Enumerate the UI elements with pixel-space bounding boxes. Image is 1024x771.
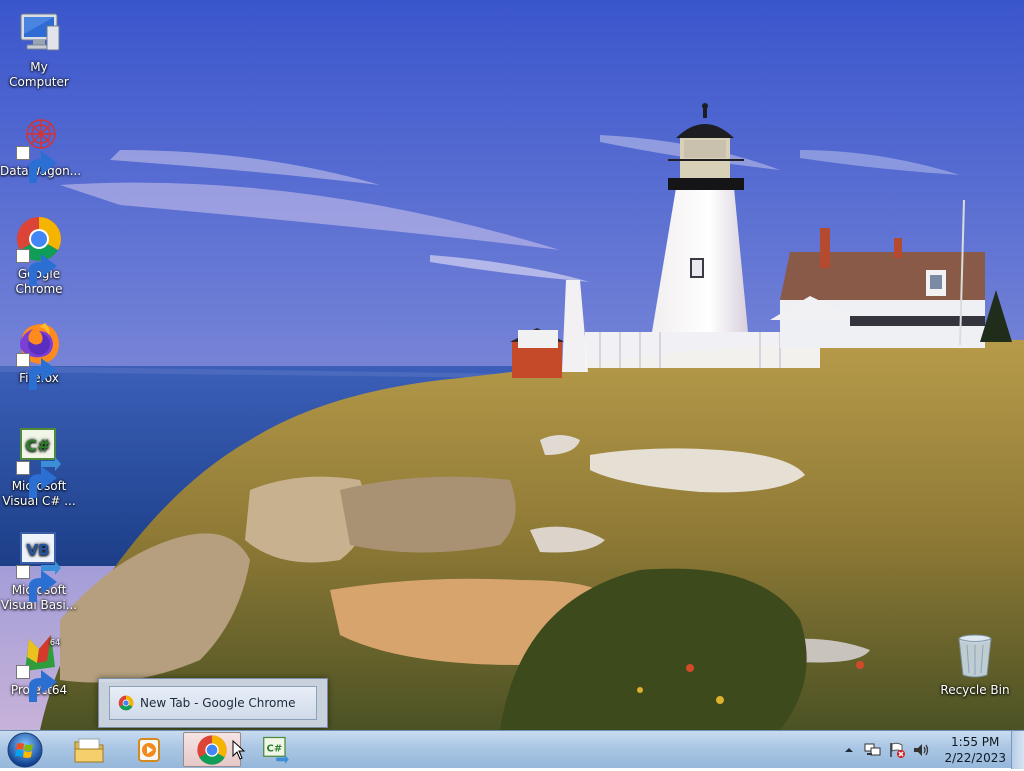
recycle-bin-icon (958, 634, 992, 678)
my-computer-icon (20, 13, 60, 51)
visual-csharp-icon: C# (263, 736, 289, 764)
show-desktop-button[interactable] (1011, 731, 1024, 769)
desktop-icon-visual-csharp[interactable]: C# Microsoft Visual C# ... (0, 427, 78, 509)
shortcut-arrow-icon (16, 461, 57, 498)
taskbar-thumbnail-popup: New Tab - Google Chrome (98, 678, 328, 728)
taskbar-media-player-button[interactable] (120, 732, 178, 767)
taskbar-clock[interactable]: 1:55 PM 2/22/2023 (944, 734, 1006, 766)
taskbar-visual-csharp-button[interactable]: C# (246, 732, 304, 767)
svg-text:VB: VB (26, 541, 49, 559)
chrome-icon (118, 695, 134, 711)
svg-text:64: 64 (50, 638, 60, 647)
start-button[interactable] (6, 732, 44, 768)
desktop-icon-google-chrome[interactable]: Google Chrome (0, 215, 78, 297)
action-center-flag-icon[interactable] (888, 741, 906, 759)
taskbar: C# 1:55 PM 2/22/2023 (0, 730, 1024, 769)
network-icon[interactable] (864, 741, 882, 759)
desktop-icon-project64[interactable]: 64 Project64 (0, 631, 78, 702)
clock-date: 2/22/2023 (944, 751, 1006, 765)
media-player-icon (138, 737, 160, 762)
desktop-icon-firefox[interactable]: Firefox (0, 319, 78, 390)
system-tray: 1:55 PM 2/22/2023 (834, 731, 1006, 769)
shortcut-arrow-icon (16, 565, 57, 602)
chrome-icon (197, 734, 227, 765)
desktop-wallpaper (0, 0, 1024, 730)
desktop-icon-label: My Computer (9, 60, 69, 89)
shortcut-arrow-icon (16, 665, 57, 702)
svg-text:C#: C# (267, 743, 283, 754)
folder-icon (74, 738, 104, 762)
shortcut-arrow-icon (16, 353, 57, 390)
desktop-icon-recycle-bin[interactable]: Recycle Bin (936, 631, 1014, 698)
shortcut-arrow-icon (16, 249, 57, 286)
show-hidden-icons-icon[interactable] (840, 741, 858, 759)
shortcut-arrow-icon (16, 146, 57, 183)
volume-icon[interactable] (912, 741, 930, 759)
thumbnail-window-title: New Tab - Google Chrome (140, 696, 296, 710)
desktop-icon-label: Recycle Bin (940, 683, 1010, 697)
mouse-cursor-icon (232, 740, 246, 760)
desktop-icon-datawagon[interactable]: DataWagon... (0, 112, 81, 183)
taskbar-file-explorer-button[interactable] (60, 732, 118, 767)
svg-text:C#: C# (25, 436, 50, 455)
desktop-icon-visual-basic[interactable]: VB Microsoft Visual Basi... (0, 531, 78, 613)
clock-time: 1:55 PM (951, 735, 1000, 749)
thumbnail-window-chrome[interactable]: New Tab - Google Chrome (109, 686, 317, 720)
windows-start-icon (7, 732, 43, 768)
desktop-icon-my-computer[interactable]: My Computer (0, 8, 78, 90)
